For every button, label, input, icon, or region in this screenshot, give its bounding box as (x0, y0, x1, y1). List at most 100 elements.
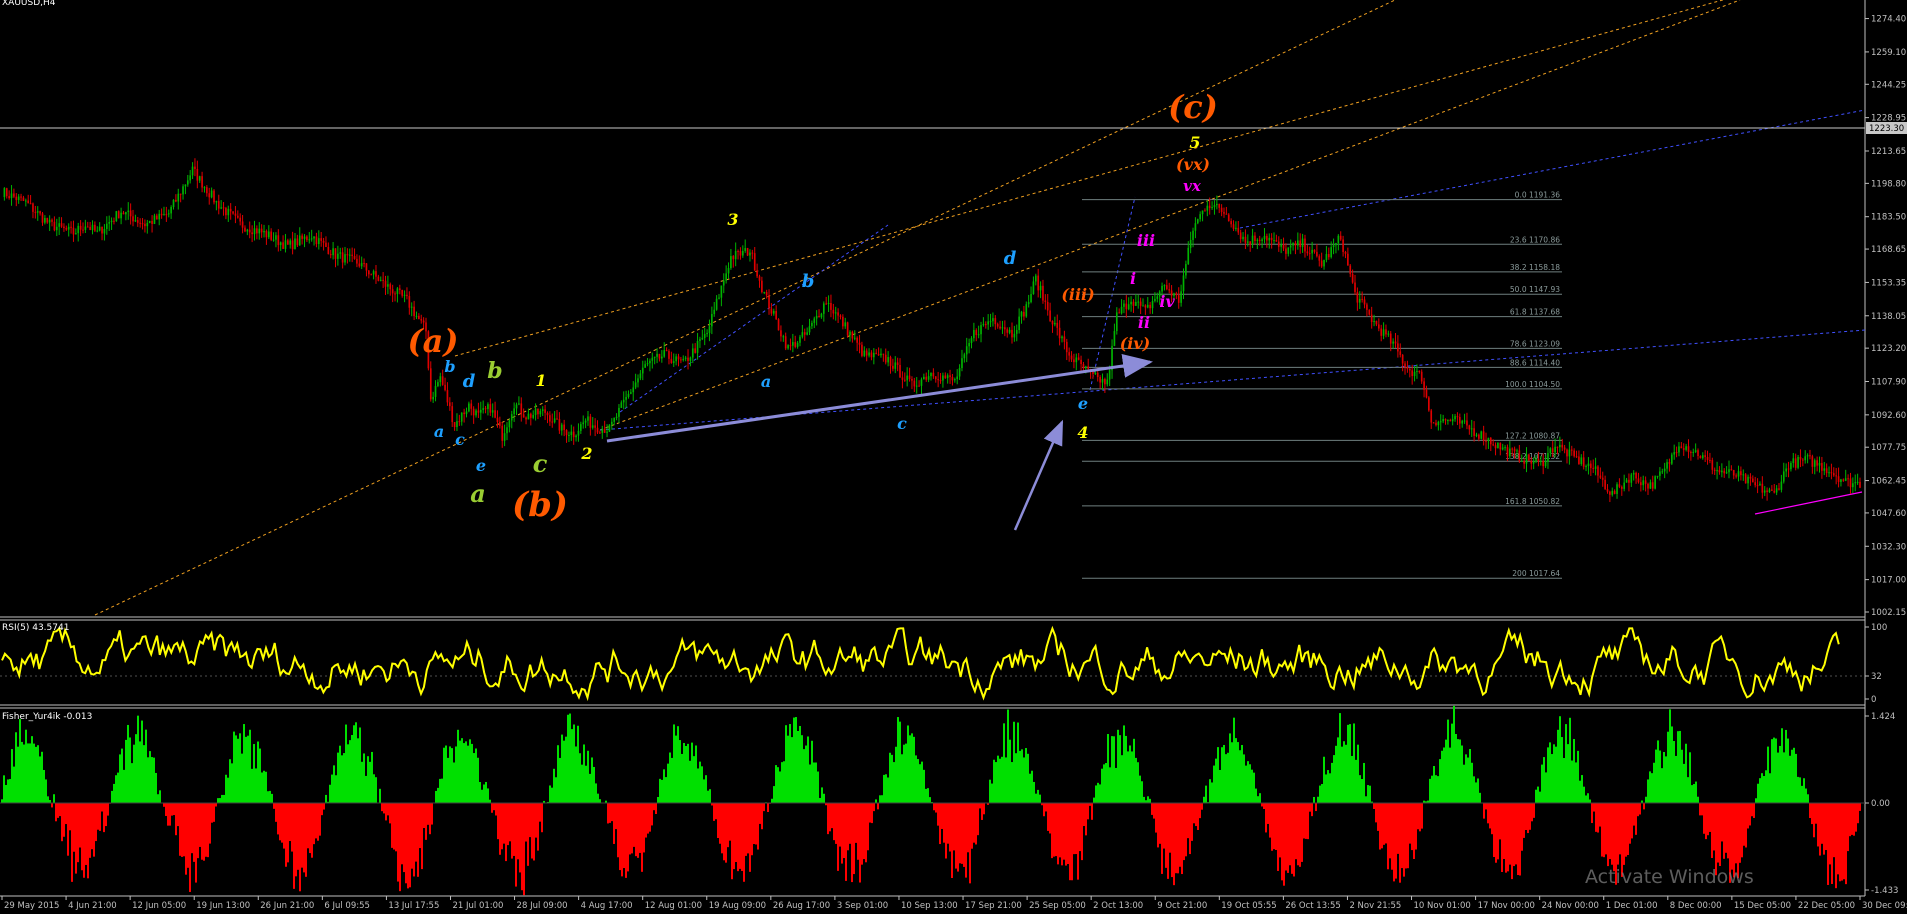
activate-windows-watermark: Activate Windows (1585, 866, 1754, 888)
candle-body (67, 226, 70, 230)
candle-body (1721, 470, 1723, 473)
candle-body (1482, 431, 1485, 441)
fisher-bar (495, 803, 497, 816)
wave-label: 2 (580, 444, 592, 463)
fisher-bar (1839, 803, 1841, 882)
fisher-bar (1085, 803, 1087, 836)
fisher-bar (1271, 803, 1273, 851)
fisher-bar (861, 803, 863, 865)
price-tick-label: 1274.40 (1871, 15, 1906, 25)
candle-body (394, 293, 396, 295)
fisher-bar (95, 803, 97, 842)
fisher-bar (1157, 803, 1159, 848)
fisher-bar (627, 803, 629, 872)
candle-body (1011, 329, 1013, 338)
candle-body (1654, 476, 1656, 489)
candle-body (720, 285, 723, 298)
fisher-bar (439, 778, 441, 803)
candle-body (946, 375, 949, 379)
fisher-bar (1493, 803, 1495, 857)
time-tick-label: 6 Jul 09:55 (324, 901, 370, 911)
fisher-bar (1565, 724, 1567, 803)
fisher-bar (1361, 779, 1363, 803)
fisher-bar (331, 774, 333, 803)
channel-lines (94, 0, 1866, 616)
candle-body (1165, 285, 1168, 290)
candle-body (968, 343, 970, 347)
candle-body (639, 373, 642, 379)
candle-body (1382, 329, 1385, 336)
fisher-bar (191, 803, 193, 854)
fisher-bar (661, 779, 663, 803)
candle-body (1737, 471, 1740, 477)
candle-body (94, 224, 96, 231)
fisher-bar (849, 803, 851, 844)
fisher-bar (1347, 724, 1349, 803)
fisher-bar (353, 725, 355, 803)
candle-body (589, 416, 592, 428)
candle-body (389, 284, 392, 290)
fisher-bar (473, 753, 475, 803)
fisher-bar (413, 803, 415, 877)
fisher-bar (1635, 803, 1637, 835)
candle-body (239, 217, 242, 222)
candle-body (694, 348, 697, 353)
fisher-bar (709, 789, 711, 803)
candle-body (398, 288, 401, 291)
candle-body (1561, 444, 1564, 448)
candle-body (620, 402, 623, 408)
fisher-bar (83, 803, 85, 878)
fisher-bar (19, 719, 21, 803)
candle-body (429, 368, 432, 400)
fisher-bar (1059, 803, 1061, 858)
fisher-bar (1833, 803, 1835, 858)
candle-body (468, 403, 470, 412)
candle-body (384, 280, 387, 287)
fisher-bar (707, 790, 709, 803)
fisher-bar (273, 803, 275, 809)
fisher-bar (431, 803, 433, 825)
candle-body (1830, 472, 1833, 474)
candle-body (815, 315, 818, 319)
candle-body (613, 417, 616, 422)
fisher-bar (1817, 803, 1819, 847)
candle-body (756, 270, 758, 277)
candle-body (437, 382, 439, 387)
candle-body (1632, 472, 1635, 475)
fisher-bar (1681, 749, 1683, 803)
fisher-bar (1281, 803, 1283, 881)
candle-body (1675, 452, 1678, 454)
candle-body (1004, 327, 1006, 330)
fisher-bar (1675, 755, 1677, 803)
fisher-bar (933, 803, 935, 811)
fisher-bar (1091, 803, 1093, 820)
fisher-bar (409, 803, 411, 888)
candle-body (1497, 442, 1499, 449)
fisher-bar (1355, 759, 1357, 803)
fisher-bar (1377, 803, 1379, 831)
candle-body (763, 291, 766, 293)
candle-body (232, 211, 234, 214)
fisher-bar (1525, 803, 1527, 831)
candle-body (599, 432, 601, 434)
fisher-bar (1597, 803, 1599, 833)
fisher-bar (887, 777, 889, 803)
candle-body (572, 431, 575, 438)
fisher-bar (1441, 750, 1443, 803)
fisher-bar (275, 803, 277, 822)
price-tick-label: 1153.35 (1871, 278, 1906, 288)
candle-body (1725, 472, 1728, 474)
candle-body (1749, 476, 1752, 479)
candle-body (1809, 455, 1811, 457)
fisher-bar (1673, 741, 1675, 803)
price-axis: 1274.401259.101244.251228.951213.651198.… (1865, 15, 1906, 896)
fisher-bar (1317, 796, 1319, 803)
candle-body (1061, 336, 1063, 339)
fisher-bar (259, 748, 261, 803)
candle-body (889, 357, 892, 366)
candle-body (1311, 249, 1313, 254)
fisher-bar (951, 803, 953, 879)
fisher-bar (389, 803, 391, 824)
fisher-bar (1617, 803, 1619, 865)
fisher-bar (1113, 736, 1115, 803)
